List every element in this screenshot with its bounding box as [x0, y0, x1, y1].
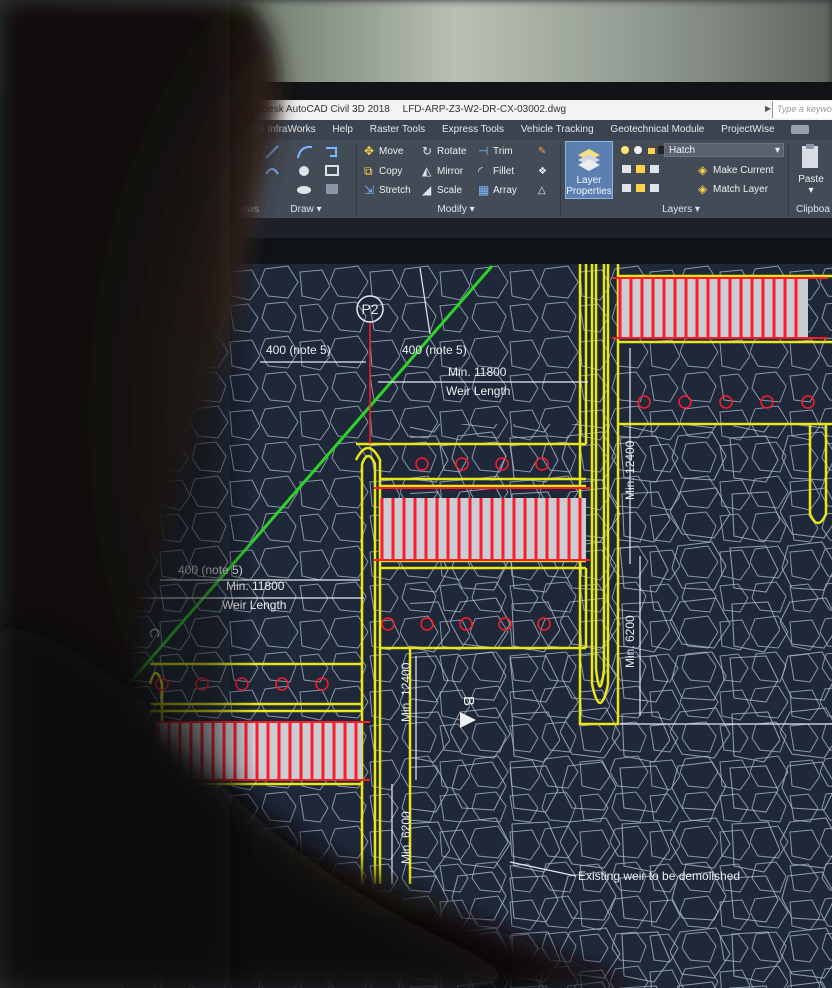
menu-raster-tools[interactable]: Raster Tools — [370, 124, 425, 135]
mirror-button[interactable]: ◭ Mirror — [422, 164, 463, 180]
weir-length-mid: Weir Length — [222, 598, 286, 612]
file-name: LFD-ARP-Z3-W2-DR-CX-03002.dwg — [402, 104, 567, 115]
layer-tool-icon[interactable] — [622, 165, 659, 173]
rectangle-icon[interactable] — [325, 165, 339, 176]
dim-note-mid: 400 (note 5) — [178, 563, 243, 577]
paste-button[interactable]: Paste ▾ — [790, 141, 832, 201]
min-weir-top: Min. 11800 — [448, 365, 507, 379]
polyline-icon[interactable] — [326, 147, 337, 157]
fillet-icon: ◜ — [478, 164, 483, 179]
min-6200-right: Min. 6200 — [623, 615, 637, 668]
panel-modify-label[interactable]: Modify ▾ — [386, 203, 526, 217]
weir-strip — [156, 722, 362, 780]
ribbon: Views Draw ▾ ✥ Move ↻ Rotate ⊣ Trim ⧉ Copy ◭… — [233, 140, 832, 219]
match-layer-icon: ◈ — [698, 182, 708, 197]
scale-icon: ◢ — [422, 183, 432, 198]
dim-note-top-left: 400 (note 5) — [266, 343, 331, 357]
menu-geotechnical-module[interactable]: Geotechnical Module — [610, 124, 704, 135]
move-button[interactable]: ✥ Move — [364, 144, 403, 160]
min-6200-left: Min. 6200 — [399, 811, 413, 864]
match-layer-button[interactable]: ◈ Match Layer — [698, 182, 768, 198]
panel-draw-label[interactable]: Draw ▾ — [266, 203, 346, 217]
weir-strip — [380, 498, 586, 560]
hatch-icon[interactable] — [326, 184, 338, 194]
rotate-icon: ↻ — [422, 144, 433, 159]
existing-weir-note: Existing weir to be demolished — [578, 869, 740, 883]
title-bar: Autodesk AutoCAD Civil 3D 2018 LFD-ARP-Z… — [236, 100, 832, 120]
mirror-icon: ◭ — [422, 164, 432, 179]
photo-scene: Autodesk AutoCAD Civil 3D 2018 LFD-ARP-Z… — [0, 0, 832, 988]
fillet-button[interactable]: ◜ Fillet — [478, 164, 514, 180]
make-current-icon: ◈ — [698, 163, 708, 178]
menu-bar: odesk InfraWorks Help Raster Tools Expre… — [236, 120, 832, 140]
panel-views-label[interactable]: Views — [232, 203, 260, 217]
menu-express-tools[interactable]: Express Tools — [442, 124, 504, 135]
spline-icon[interactable] — [265, 168, 279, 175]
copy-button[interactable]: ⧉ Copy — [364, 164, 402, 180]
menu-vehicle-tracking[interactable]: Vehicle Tracking — [521, 124, 594, 135]
sun-icon[interactable] — [634, 146, 642, 154]
drawing-canvas[interactable]: P2 400 (note 5) 400 (note 5) Min. 11800 … — [118, 264, 832, 988]
menu-projectwise[interactable]: ProjectWise — [721, 124, 774, 135]
weir-strip — [618, 278, 808, 338]
stretch-button[interactable]: ⇲ Stretch — [364, 183, 411, 199]
layer-tool-icon[interactable] — [622, 184, 659, 192]
app-title: Autodesk AutoCAD Civil 3D 2018 — [242, 104, 390, 115]
offset-icon[interactable]: △ — [538, 183, 546, 199]
array-icon: ▦ — [478, 183, 490, 198]
make-current-button[interactable]: ◈ Make Current — [698, 163, 774, 179]
dim-note-top-right: 400 (note 5) — [402, 343, 467, 357]
grid-marker-label: P2 — [361, 301, 378, 317]
layer-dropdown[interactable]: Hatch ▾ — [664, 143, 784, 157]
circle-icon[interactable] — [299, 166, 309, 176]
trim-icon: ⊣ — [478, 144, 489, 159]
rotate-button[interactable]: ↻ Rotate — [422, 144, 466, 160]
min-12400-right: Min. 12400 — [623, 440, 637, 500]
array-button[interactable]: ▦ Array — [478, 183, 517, 199]
blurred-background — [0, 0, 832, 95]
camera-icon[interactable] — [791, 124, 810, 134]
layer-properties-button[interactable]: Layer Properties — [565, 141, 613, 199]
stretch-icon: ⇲ — [364, 183, 375, 198]
draw-tools[interactable] — [262, 144, 354, 202]
section-c-label: C — [147, 628, 163, 638]
panel-separator — [356, 144, 357, 216]
trim-button[interactable]: ⊣ Trim — [478, 144, 513, 160]
arc-icon[interactable] — [297, 145, 313, 159]
lock-icon[interactable] — [648, 148, 655, 154]
clipboard-icon — [802, 144, 818, 168]
erase-icon[interactable]: ✎ — [538, 144, 546, 160]
move-icon: ✥ — [364, 144, 375, 159]
layer-state-icons[interactable] — [618, 143, 666, 199]
min-12400-left: Min. 12400 — [399, 662, 413, 722]
file-tab-strip — [236, 238, 832, 264]
min-weir-mid: Min. 11800 — [226, 579, 285, 593]
lightbulb-icon[interactable] — [621, 146, 629, 154]
scale-button[interactable]: ◢ Scale — [422, 183, 462, 199]
chevron-down-icon: ▾ — [774, 145, 780, 156]
cad-drawing: P2 400 (note 5) 400 (note 5) Min. 11800 … — [118, 264, 832, 988]
ellipse-icon[interactable] — [297, 186, 311, 194]
panel-layers-label[interactable]: Layers ▾ — [621, 203, 741, 217]
section-b-label: B — [460, 696, 477, 706]
search-arrow-icon[interactable]: ▶ — [765, 104, 771, 113]
panel-separator — [788, 144, 789, 216]
panel-clipboard-label[interactable]: Clipboa — [796, 203, 832, 217]
panel-separator — [560, 144, 561, 216]
search-input[interactable]: Type a keyword — [772, 101, 832, 118]
layer-stack-icon — [578, 149, 600, 171]
menu-help[interactable]: Help — [332, 124, 353, 135]
chevron-down-icon: ▾ — [808, 185, 814, 196]
weir-length-top: Weir Length — [446, 384, 510, 398]
copy-icon: ⧉ — [364, 164, 373, 179]
menu-infraworks[interactable]: odesk InfraWorks — [238, 124, 316, 135]
line-icon[interactable] — [265, 145, 279, 159]
explode-icon[interactable]: ❖ — [538, 164, 547, 180]
